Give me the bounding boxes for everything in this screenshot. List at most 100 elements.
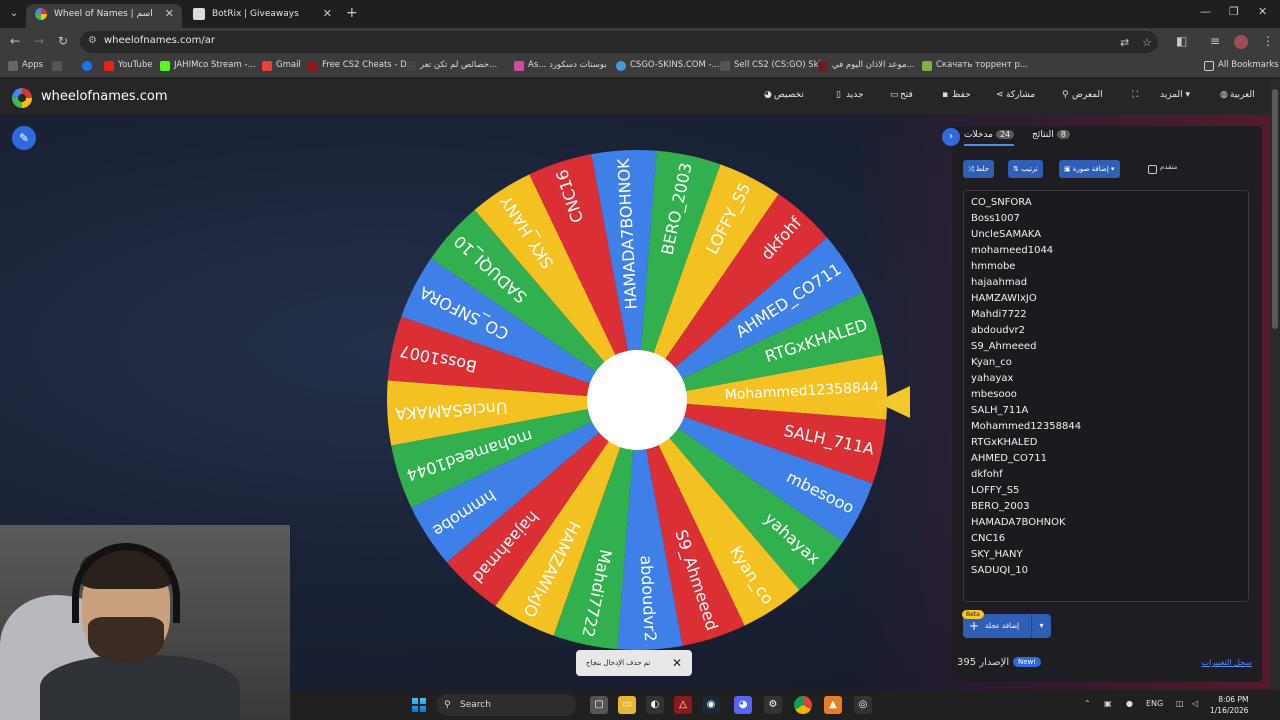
new-file-icon: ▯ xyxy=(836,90,841,100)
fullscreen-button[interactable]: ⛶ xyxy=(1128,90,1142,100)
file-explorer-icon[interactable]: ▭ xyxy=(618,696,636,714)
collapse-panel-icon[interactable]: › xyxy=(942,128,960,146)
scrollbar-thumb[interactable] xyxy=(1272,89,1278,329)
task-view-icon[interactable]: ▢ xyxy=(590,696,608,714)
bookmark-all[interactable]: All Bookmarks xyxy=(1204,60,1279,71)
close-tab-icon[interactable]: ✕ xyxy=(323,4,332,24)
media-icon[interactable]: ≡ xyxy=(1210,34,1220,48)
forward-icon[interactable]: → xyxy=(34,34,44,48)
toast-close-icon[interactable]: ✕ xyxy=(672,650,682,676)
bookmark-features[interactable]: خصائص لم تكن تعر... xyxy=(406,60,497,71)
back-icon[interactable]: ← xyxy=(10,34,20,48)
entries-textarea[interactable]: CO_SNFORA Boss1007 UncleSAMAKA mohameed1044… xyxy=(963,190,1249,602)
menu-customize[interactable]: ◕ تخصيص xyxy=(760,90,804,100)
settings-icon[interactable]: ⚙ xyxy=(764,696,782,714)
profile-avatar[interactable] xyxy=(1234,35,1248,49)
tab-search-icon[interactable]: ⌄ xyxy=(6,6,22,22)
entry-line: Boss1007 xyxy=(971,213,1020,224)
edit-pencil-icon[interactable]: ✎ xyxy=(12,126,36,150)
wheel-center-hub[interactable] xyxy=(587,350,687,450)
bookmark-cs2-cheats[interactable]: Free CS2 Cheats - D... xyxy=(308,60,415,71)
volume-icon[interactable]: ◁ xyxy=(1192,699,1198,708)
bookmark-gmail[interactable]: Gmail xyxy=(262,60,301,71)
tab-results[interactable]: النتائج 8 xyxy=(1032,130,1070,140)
browser-tab-botrix[interactable]: BotRix | Giveaways ✕ xyxy=(184,4,340,28)
tray-overflow-icon[interactable]: ⌃ xyxy=(1084,699,1091,708)
gmail-icon xyxy=(262,61,272,71)
menu-share[interactable]: ⋖ مشاركة xyxy=(992,90,1035,100)
bookmark-torrent[interactable]: Скачать торрент р... xyxy=(922,60,1028,71)
site-logo[interactable] xyxy=(12,88,32,108)
youtube-icon xyxy=(104,61,114,71)
app-icon[interactable]: ◐ xyxy=(646,696,664,714)
site-info-icon[interactable]: ⚙ xyxy=(88,35,100,47)
taskbar-clock[interactable]: 8:06 PM 1/16/2026 xyxy=(1210,694,1248,716)
extensions-icon[interactable]: ◧ xyxy=(1176,34,1187,48)
kick-icon xyxy=(160,61,170,71)
page-icon xyxy=(720,61,730,71)
microphone-icon[interactable]: ● xyxy=(1126,699,1133,708)
address-bar[interactable]: ⚙ wheelofnames.com/ar ⇄ ☆ xyxy=(80,31,1158,53)
minimize-icon[interactable]: — xyxy=(1200,5,1211,18)
windows-taskbar: ⚲ Search ▢ ▭ ◐ △ ◉ ◕ ⚙ ▲ ◎ ⌃ ▣ ● ENG ◫ ◁ … xyxy=(290,690,1280,720)
entries-panel: › مدخلات 24 النتائج 8 ⤨ خلط ⇅ ترتيب ▣ إضاف… xyxy=(942,126,1262,682)
shuffle-button[interactable]: ⤨ خلط xyxy=(963,160,995,178)
cheats-icon xyxy=(308,61,318,71)
network-icon[interactable]: ◫ xyxy=(1176,699,1184,708)
app-red-icon[interactable]: △ xyxy=(674,696,692,714)
bookmark-jahimco[interactable]: JAHIMco Stream -... xyxy=(160,60,256,71)
reload-icon[interactable]: ↻ xyxy=(58,34,68,48)
menu-more[interactable]: المزيد ▾ xyxy=(1160,90,1190,100)
bookmark-discord-posts[interactable]: As... بوستات دسكورد xyxy=(514,60,607,71)
url-text: wheelofnames.com/ar xyxy=(104,35,215,46)
clock-time: 8:06 PM xyxy=(1218,695,1249,704)
browser-menu-icon[interactable]: ⋮ xyxy=(1262,34,1274,48)
tab-entries[interactable]: مدخلات 24 xyxy=(964,130,1015,146)
folder-open-icon: ▭ xyxy=(890,90,899,100)
language-indicator[interactable]: ENG xyxy=(1146,699,1163,708)
bookmark-youtube[interactable]: YouTube xyxy=(104,60,153,71)
add-image-button[interactable]: ▣ إضافة صورة ▾ xyxy=(1059,160,1120,178)
close-tab-icon[interactable]: ✕ xyxy=(165,4,174,24)
advanced-checkbox[interactable] xyxy=(1148,165,1157,174)
entry-line: HAMZAWIxJO xyxy=(971,293,1037,304)
menu-language[interactable]: ◍ العربية xyxy=(1216,90,1255,100)
menu-gallery[interactable]: ⚲ المعرض xyxy=(1058,90,1103,100)
menu-new[interactable]: ▯ جديد xyxy=(832,90,864,100)
new-tab-button[interactable]: + xyxy=(346,5,358,21)
entry-line: BERO_2003 xyxy=(971,501,1030,512)
chrome-icon[interactable] xyxy=(794,696,812,714)
torrent-icon xyxy=(922,61,932,71)
steam-icon[interactable]: ◉ xyxy=(702,696,720,714)
share-icon: ⋖ xyxy=(996,90,1004,100)
page-scrollbar[interactable] xyxy=(1270,79,1280,690)
window-close-icon[interactable]: ✕ xyxy=(1258,5,1267,18)
discord-icon[interactable]: ◕ xyxy=(734,696,752,714)
obs-icon[interactable]: ◎ xyxy=(854,696,872,714)
webcam-overlay xyxy=(0,525,290,720)
app-orange-icon[interactable]: ▲ xyxy=(824,696,842,714)
taskbar-search[interactable]: ⚲ Search xyxy=(436,694,576,716)
name-wheel[interactable]: Mohammed12358844SALH_711AmbesoooyahayaxK… xyxy=(385,148,889,652)
sort-button[interactable]: ⇅ ترتيب xyxy=(1008,160,1043,178)
clock-date: 1/16/2026 xyxy=(1210,706,1249,715)
browser-tab-wheel[interactable]: Wheel of Names | اسم العشوائي ✕ xyxy=(26,4,182,39)
restore-icon[interactable]: ❐ xyxy=(1229,5,1239,18)
bookmark-prayer[interactable]: موعد الاذان اليوم في... xyxy=(818,60,915,71)
entry-line: abdoudvr2 xyxy=(971,325,1026,336)
panel-tabs: › مدخلات 24 النتائج 8 xyxy=(942,126,1262,148)
windows-start-icon[interactable] xyxy=(412,698,426,712)
translate-icon[interactable]: ⇄ xyxy=(1120,36,1129,49)
tray-app-icon[interactable]: ▣ xyxy=(1104,699,1112,708)
menu-save[interactable]: ▪ حفظ xyxy=(938,90,971,100)
menu-open[interactable]: ▭فتح xyxy=(886,90,913,100)
bookmark-sell-cs2[interactable]: Sell CS2 (CS:GO) Ski... xyxy=(720,60,829,71)
bookmark-star-icon[interactable]: ☆ xyxy=(1142,36,1152,49)
toast-text: تم حذف الإدخال بنجاح xyxy=(586,659,651,667)
changelog-link[interactable]: سجل التغييرات xyxy=(1202,658,1252,667)
site-name[interactable]: wheelofnames.com xyxy=(41,89,168,104)
chevron-down-icon[interactable]: ▾ xyxy=(1031,614,1051,638)
bookmark-apps[interactable]: Apps xyxy=(8,60,43,71)
entry-line: CNC16 xyxy=(971,533,1006,544)
bookmark-csgo-skins[interactable]: CSGO-SKINS.COM -... xyxy=(616,60,720,71)
